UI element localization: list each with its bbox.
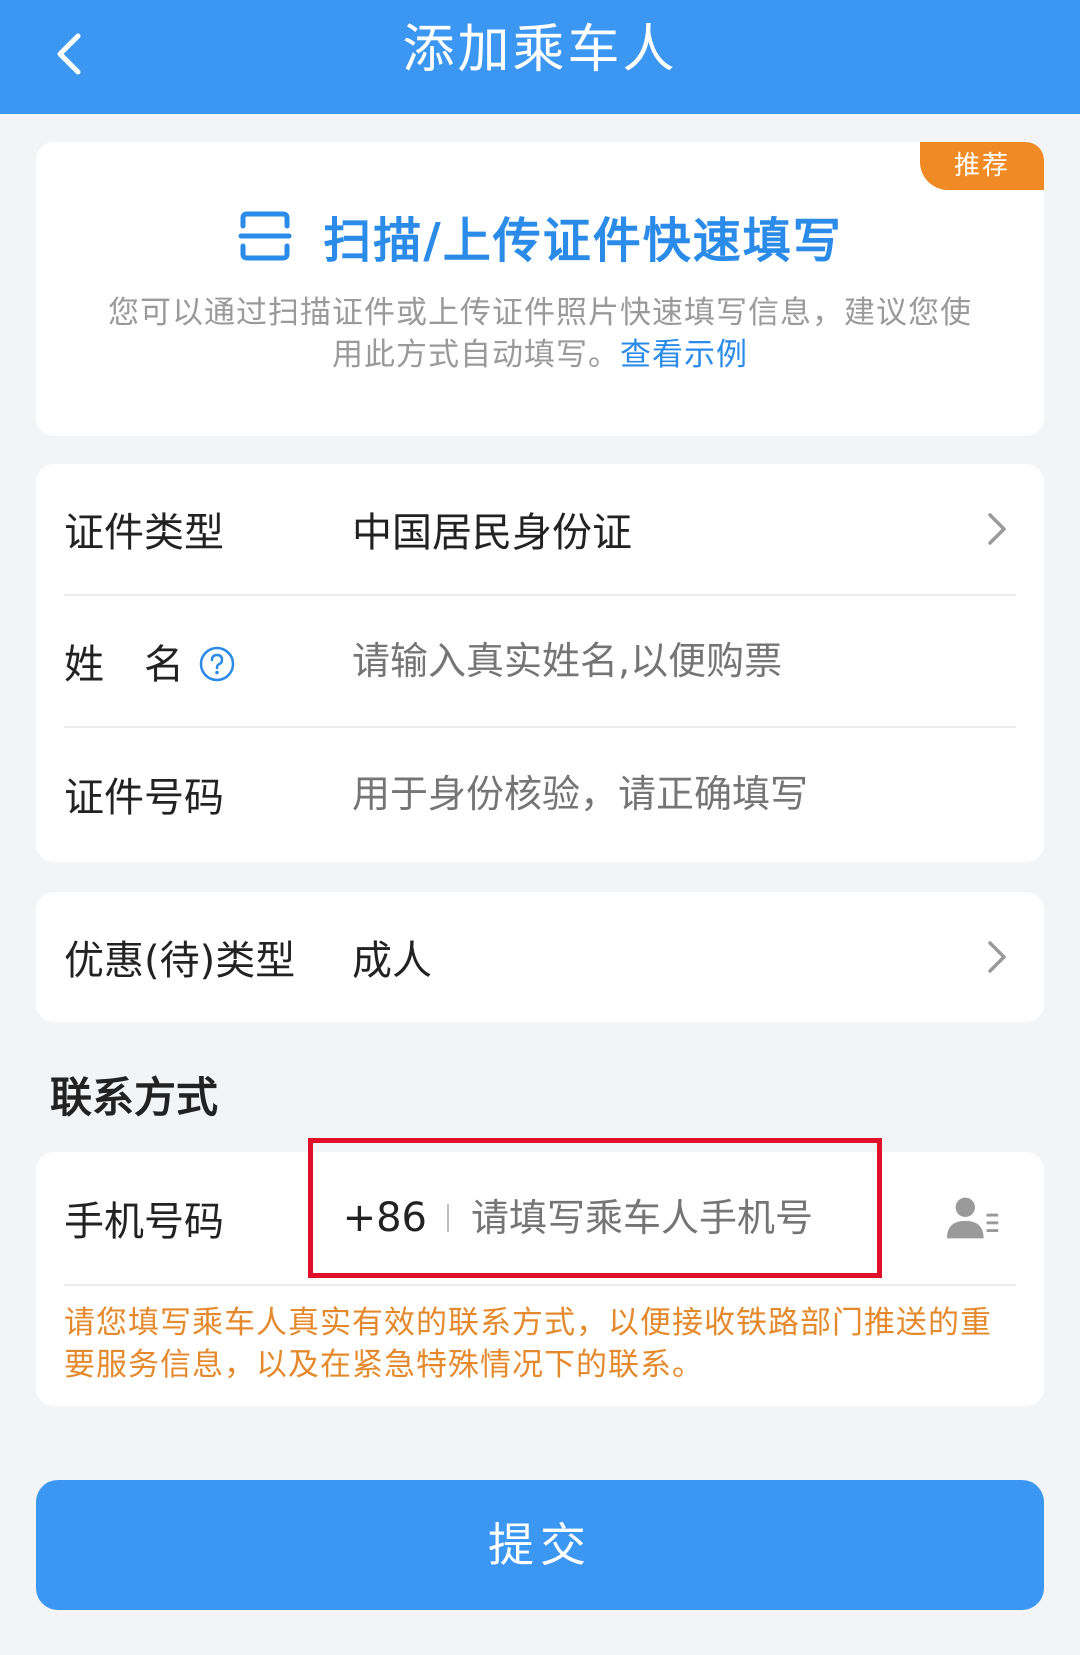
name-input[interactable] <box>352 639 1016 683</box>
id-number-row: 证件号码 <box>64 728 1016 860</box>
phone-label: 手机号码 <box>64 1199 224 1245</box>
scan-upload-card: 推荐 扫描/上传证件快速填写 您可以通过扫描证件或上传证件照片快速填写信息，建议… <box>36 142 1044 436</box>
scan-description: 您可以通过扫描证件或上传证件照片快速填写信息，建议您使用此方式自动填写。查看示例 <box>96 292 984 376</box>
name-row: 姓 名 <box>64 596 1016 728</box>
discount-type-card: 优惠(待)类型 成人 <box>36 892 1044 1022</box>
discount-type-value: 成人 <box>352 938 432 984</box>
scan-upload-button[interactable]: 扫描/上传证件快速填写 <box>36 196 1044 276</box>
id-type-row[interactable]: 证件类型 中国居民身份证 <box>64 464 1016 596</box>
id-number-label: 证件号码 <box>64 775 224 821</box>
view-example-link[interactable]: 查看示例 <box>620 337 748 373</box>
id-type-value: 中国居民身份证 <box>352 510 632 556</box>
scan-icon <box>238 211 292 261</box>
top-nav-bar: 添加乘车人 <box>0 0 1080 114</box>
page-title: 添加乘车人 <box>402 20 678 80</box>
contact-section-title: 联系方式 <box>50 1073 219 1122</box>
recommend-badge: 推荐 <box>920 142 1044 190</box>
chevron-right-icon <box>988 941 1006 973</box>
scan-upload-title: 扫描/上传证件快速填写 <box>323 213 843 269</box>
question-circle-icon[interactable] <box>198 645 236 683</box>
submit-button[interactable]: 提交 <box>36 1480 1044 1610</box>
id-number-input[interactable] <box>352 772 1016 816</box>
id-type-label: 证件类型 <box>64 510 224 556</box>
contact-book-icon[interactable] <box>944 1193 1002 1243</box>
contact-notice: 请您填写乘车人真实有效的联系方式，以便接收铁路部门推送的重要服务信息，以及在紧急… <box>64 1305 992 1383</box>
name-label-group: 姓 名 <box>64 632 352 690</box>
passenger-info-form: 证件类型 中国居民身份证 姓 名 证件号码 <box>36 464 1044 862</box>
chevron-right-icon <box>988 513 1006 545</box>
discount-type-row[interactable]: 优惠(待)类型 成人 <box>64 892 1016 1022</box>
discount-type-label: 优惠(待)类型 <box>64 938 296 984</box>
scan-description-text: 您可以通过扫描证件或上传证件照片快速填写信息，建议您使用此方式自动填写。 <box>108 295 972 373</box>
phone-highlight-box <box>308 1138 882 1278</box>
name-label: 姓 名 <box>64 642 184 688</box>
